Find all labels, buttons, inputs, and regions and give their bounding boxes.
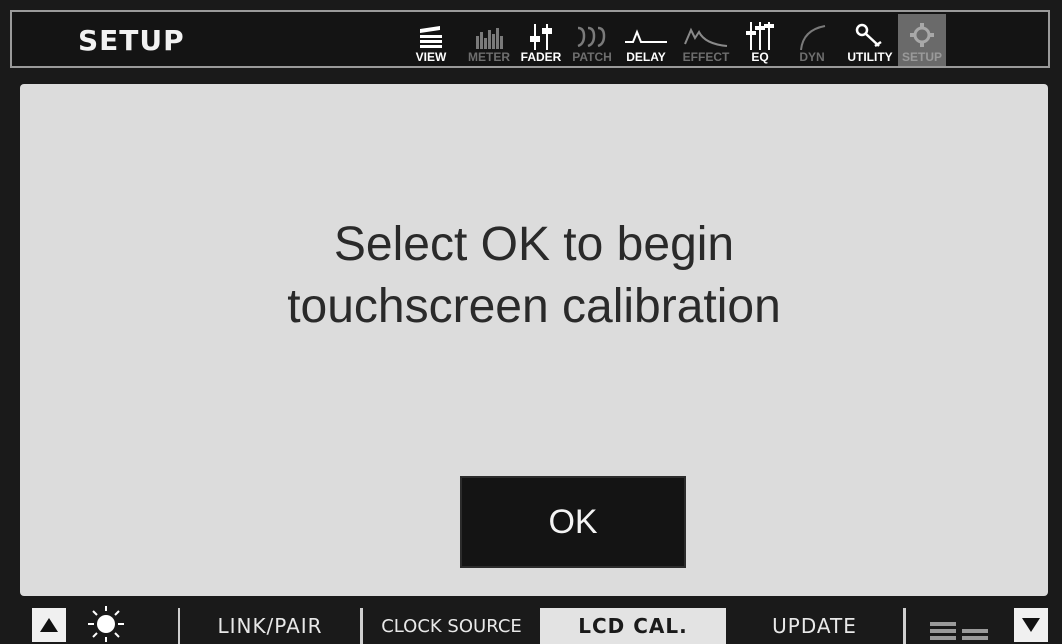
nav-item-setup[interactable]: SETUP xyxy=(898,14,946,66)
calibration-message: Select OK to begin touchscreen calibrati… xyxy=(20,214,1048,338)
nav-item-delay[interactable]: DELAY xyxy=(618,14,674,66)
nav-label-meter: METER xyxy=(468,50,510,64)
menu-bars-icon[interactable] xyxy=(930,618,992,642)
nav-item-dyn[interactable]: DYN xyxy=(782,14,842,66)
tab-clock-source[interactable]: CLOCK SOURCE xyxy=(360,608,540,644)
message-line-2: touchscreen calibration xyxy=(287,280,781,333)
nav-item-eq[interactable]: EQ xyxy=(738,14,782,66)
tab-update-label: UPDATE xyxy=(772,614,857,638)
nav-label-delay: DELAY xyxy=(626,50,666,64)
gear-icon xyxy=(910,23,934,47)
effect-icon xyxy=(684,27,728,47)
brightness-button[interactable] xyxy=(82,604,130,644)
tab-update[interactable]: UPDATE xyxy=(726,608,906,644)
main-panel: Select OK to begin touchscreen calibrati… xyxy=(20,84,1048,596)
nav-label-utility: UTILITY xyxy=(847,50,893,64)
sun-icon xyxy=(88,606,124,642)
nav-item-patch[interactable]: PATCH xyxy=(566,14,618,66)
message-line-1: Select OK to begin xyxy=(333,218,735,271)
eq-icon xyxy=(746,22,774,50)
nav-label-eq: EQ xyxy=(751,50,769,64)
tab-lcd-cal[interactable]: LCD CAL. xyxy=(540,608,726,644)
nav-label-view: VIEW xyxy=(415,50,447,64)
nav-bar: VIEW METER FADER PATCH DELAY EFFECT EQ D… xyxy=(400,14,946,66)
ok-button[interactable]: OK xyxy=(460,476,686,568)
nav-item-view[interactable]: VIEW xyxy=(400,14,462,66)
title-bar: SETUP VIEW METER FADER PATCH DELAY EFFEC… xyxy=(10,10,1050,68)
scroll-down-button[interactable] xyxy=(1014,608,1048,642)
nav-item-utility[interactable]: UTILITY xyxy=(842,14,898,66)
nav-item-effect[interactable]: EFFECT xyxy=(674,14,738,66)
dyn-icon xyxy=(800,25,826,50)
patch-icon xyxy=(577,26,606,48)
tab-link-pair[interactable]: LINK/PAIR xyxy=(178,608,360,644)
wrench-icon xyxy=(855,23,882,48)
page-title: SETUP xyxy=(78,24,185,57)
footer-bar: LINK/PAIR CLOCK SOURCE LCD CAL. UPDATE xyxy=(0,600,1062,644)
meter-icon xyxy=(476,28,503,49)
nav-label-dyn: DYN xyxy=(799,50,825,64)
nav-item-meter[interactable]: METER xyxy=(462,14,516,66)
triangle-down-icon xyxy=(1022,618,1040,632)
nav-label-setup: SETUP xyxy=(901,50,942,64)
nav-label-patch: PATCH xyxy=(572,50,612,64)
nav-item-fader[interactable]: FADER xyxy=(516,14,566,66)
view-icon xyxy=(420,26,442,48)
scroll-up-button[interactable] xyxy=(32,608,66,642)
nav-label-fader: FADER xyxy=(520,50,562,64)
fader-icon xyxy=(530,24,552,50)
header: SETUP VIEW METER FADER PATCH DELAY EFFEC… xyxy=(0,0,1062,80)
nav-label-effect: EFFECT xyxy=(682,50,730,64)
triangle-up-icon xyxy=(40,618,58,632)
delay-icon xyxy=(625,29,667,43)
